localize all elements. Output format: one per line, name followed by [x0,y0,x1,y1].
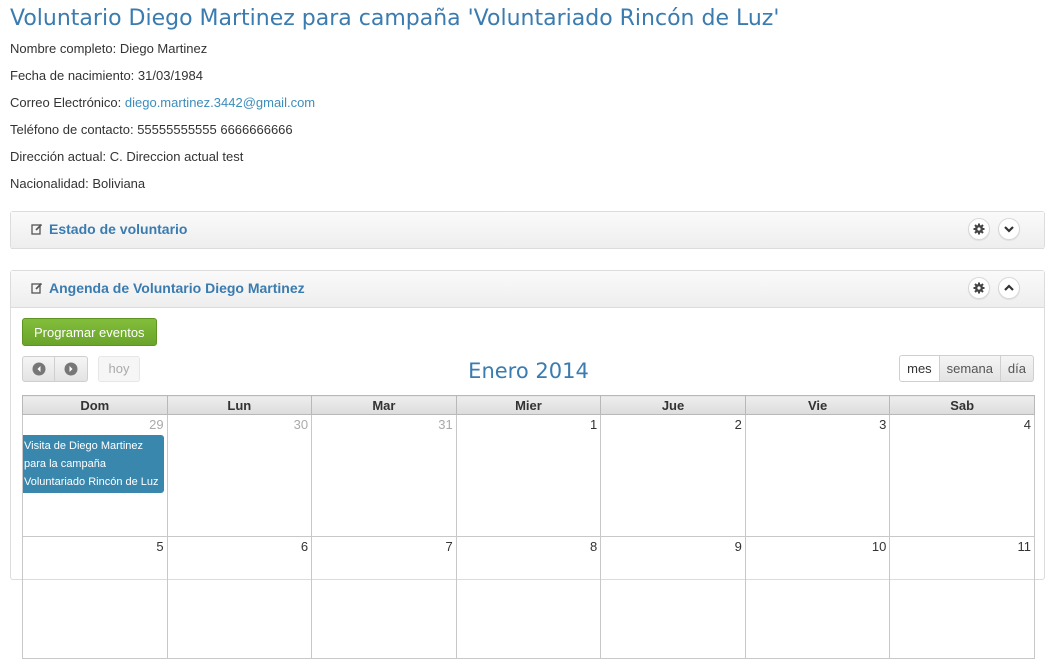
day-cell[interactable]: 10 [744,536,891,659]
agenda-toggle-button[interactable] [998,277,1020,299]
info-nombre: Nombre completo: Diego Martinez [10,41,207,56]
estado-toggle-button[interactable] [998,218,1020,240]
day-number: 11 [1017,539,1032,554]
weekday-header: Mier [455,395,602,415]
estado-panel: Estado de voluntario [10,211,1045,249]
day-number: 31 [438,417,453,432]
view-switcher: mes semana día [899,355,1034,382]
day-cell[interactable]: 6 [166,536,313,659]
day-cell[interactable]: 5 [22,536,168,659]
nombre-label: Nombre completo: [10,41,120,56]
weekday-header: Sab [889,395,1035,415]
nacionalidad-label: Nacionalidad: [10,176,93,191]
day-number: 9 [734,539,742,554]
view-day-button[interactable]: día [1000,355,1034,382]
edit-icon [31,282,43,294]
correo-link[interactable]: diego.martinez.3442@gmail.com [125,95,315,110]
agenda-settings-button[interactable] [968,277,990,299]
correo-label: Correo Electrónico: [10,95,125,110]
gear-icon [973,223,985,235]
chevron-down-icon [1004,226,1014,233]
calendar-event[interactable]: Visita de Diego Martinez para la campaña… [23,435,164,493]
info-direccion: Dirección actual: C. Direccion actual te… [10,149,243,164]
weekday-header-row: Dom Lun Mar Mier Jue Vie Sab [22,395,1035,415]
calendar-title: Enero 2014 [468,359,589,383]
week-row: 29 Visita de Diego Martinez para la camp… [22,414,1035,537]
telefono-label: Teléfono de contacto: [10,122,138,137]
telefono-value: 55555555555 6666666666 [137,122,293,137]
day-number: 7 [445,539,453,554]
edit-icon [31,223,43,235]
gear-icon [973,282,985,294]
nacionalidad-value: Boliviana [92,176,146,191]
info-telefono: Teléfono de contacto: 55555555555 666666… [10,122,293,137]
agenda-panel-header: Angenda de Voluntario Diego Martinez [11,271,1044,308]
day-number: 4 [1023,417,1031,432]
day-cell[interactable]: 3 [744,414,891,537]
agenda-panel-title[interactable]: Angenda de Voluntario Diego Martinez [49,280,305,296]
info-nacionalidad: Nacionalidad: Boliviana [10,176,145,191]
estado-panel-title[interactable]: Estado de voluntario [49,221,187,237]
page-title: Voluntario Diego Martinez para campaña '… [10,6,780,31]
day-number: 1 [590,417,598,432]
day-cell[interactable]: 2 [600,414,746,537]
calendar-grid: Dom Lun Mar Mier Jue Vie Sab 29 Visita d… [22,395,1035,659]
direccion-label: Dirección actual: [10,149,110,164]
day-number: 8 [590,539,598,554]
view-month-button[interactable]: mes [899,355,940,382]
weekday-header: Jue [600,395,746,415]
estado-settings-button[interactable] [968,218,990,240]
direccion-value: C. Direccion actual test [109,149,244,164]
estado-panel-header: Estado de voluntario [11,212,1044,249]
day-number: 3 [879,417,887,432]
weekday-header: Vie [744,395,891,415]
day-cell[interactable]: 8 [455,536,602,659]
day-number: 10 [871,539,887,554]
day-cell[interactable]: 7 [311,536,457,659]
day-number: 6 [300,539,309,554]
day-cell[interactable]: 31 [311,414,457,537]
day-number: 29 [149,417,164,432]
week-row: 5 6 7 8 9 10 11 [22,536,1035,659]
info-fecha: Fecha de nacimiento: 31/03/1984 [10,68,203,83]
day-number: 2 [734,417,742,432]
day-cell[interactable]: 11 [889,536,1035,659]
weekday-header: Dom [22,395,168,415]
day-cell[interactable]: 29 Visita de Diego Martinez para la camp… [22,414,168,537]
day-cell[interactable]: 4 [889,414,1035,537]
info-correo: Correo Electrónico: diego.martinez.3442@… [10,95,315,110]
fecha-value: 31/03/1984 [137,68,203,83]
fecha-label: Fecha de nacimiento: [10,68,138,83]
view-week-button[interactable]: semana [939,355,1001,382]
nombre-value: Diego Martinez [119,41,208,56]
weekday-header: Mar [311,395,457,415]
day-cell[interactable]: 1 [455,414,602,537]
chevron-up-icon [1004,284,1014,291]
agenda-panel: Angenda de Voluntario Diego Martinez Pro… [10,270,1045,659]
day-cell[interactable]: 30 [166,414,313,537]
weekday-header: Lun [166,395,313,415]
program-events-button[interactable]: Programar eventos [22,318,157,346]
day-number: 30 [293,417,309,432]
day-number: 5 [156,539,164,554]
day-cell[interactable]: 9 [600,536,746,659]
